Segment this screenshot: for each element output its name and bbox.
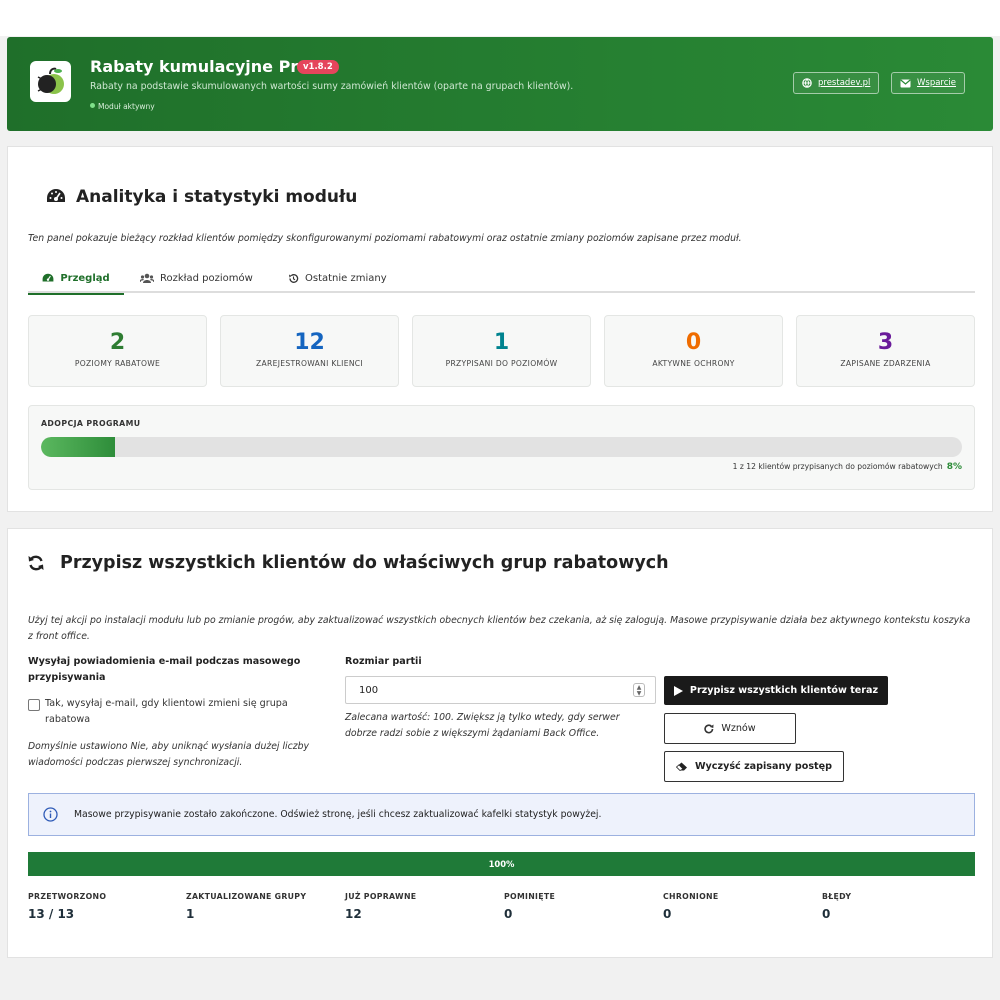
info-alert: Masowe przypisywanie zostało zakończone.… (28, 793, 975, 836)
envelope-icon (900, 79, 911, 87)
adoption-note: 1 z 12 klientów przypisanych do poziomów… (733, 462, 962, 472)
resume-label: Wznów (721, 723, 756, 734)
resume-button[interactable]: Wznów (664, 713, 796, 744)
result-value: 0 (504, 907, 513, 921)
stat-tile: 0 AKTYWNE OCHRONY (604, 315, 783, 387)
adoption-title: ADOPCJA PROGRAMU (41, 419, 141, 428)
result-skipped: POMINIĘTE 0 (504, 892, 662, 921)
adoption-panel: ADOPCJA PROGRAMU 1 z 12 klientów przypis… (28, 405, 975, 490)
users-icon (140, 273, 154, 283)
result-value: 13 / 13 (28, 907, 75, 921)
stat-label: AKTYWNE OCHRONY (652, 359, 735, 368)
number-spinner-icon[interactable]: ▲ ▼ (633, 683, 645, 697)
bulk-assign-description: Użyj tej akcji po instalacji modułu lub … (28, 615, 971, 642)
redo-icon (704, 723, 714, 733)
version-badge: v1.8.2 (297, 60, 339, 74)
result-errors: BŁĘDY 0 (822, 892, 980, 921)
assign-all-button[interactable]: Przypisz wszystkich klientów teraz (664, 676, 888, 705)
email-notify-label: Wysyłaj powiadomienia e-mail podczas mas… (28, 656, 301, 683)
result-updated-groups: ZAKTUALIZOWANE GRUPY 1 (186, 892, 344, 921)
stat-value: 0 (685, 330, 702, 355)
stat-value: 1 (493, 330, 510, 355)
adoption-note-text: 1 z 12 klientów przypisanych do poziomów… (732, 462, 943, 471)
status-dot-icon (90, 103, 95, 108)
play-icon (673, 685, 683, 696)
top-strip (0, 0, 1000, 36)
prestadev-link-label: prestadev.pl (818, 78, 871, 88)
prestadev-link-button[interactable]: prestadev.pl (793, 72, 880, 94)
clear-progress-label: Wyczyść zapisany postęp (694, 761, 833, 772)
result-value: 0 (822, 907, 831, 921)
module-title: Rabaty kumulacyjne Pro (90, 57, 310, 76)
assign-all-label: Przypisz wszystkich klientów teraz (689, 685, 879, 696)
clear-progress-button[interactable]: Wyczyść zapisany postęp (664, 751, 844, 782)
batch-size-help: Zalecana wartość: 100. Zwiększ ją tylko … (345, 712, 620, 739)
result-label: JUŻ POPRAWNE (345, 892, 417, 901)
stat-tile: 1 PRZYPISANI DO POZIOMÓW (412, 315, 591, 387)
batch-size-value: 100 (359, 684, 379, 696)
result-value: 0 (663, 907, 672, 921)
analytics-description: Ten panel pokazuje bieżący rozkład klien… (28, 233, 742, 244)
support-link-button[interactable]: Wsparcie (891, 72, 966, 94)
info-alert-text: Masowe przypisywanie zostało zakończone.… (74, 809, 602, 820)
support-link-label: Wsparcie (917, 78, 957, 88)
tab-przeglad[interactable]: Przegląd (28, 263, 124, 295)
module-subtitle: Rabaty na podstawie skumulowanych wartoś… (90, 81, 574, 92)
result-label: POMINIĘTE (504, 892, 556, 901)
result-label: ZAKTUALIZOWANE GRUPY (186, 892, 307, 901)
adoption-progress-bar (41, 437, 962, 457)
stat-label: ZAPISANE ZDARZENIA (840, 359, 931, 368)
result-already-correct: JUŻ POPRAWNE 12 (345, 892, 503, 921)
stat-label: ZAREJESTROWANI KLIENCI (256, 359, 363, 368)
assign-progress-label: 100% (488, 859, 515, 869)
tab-rozklad-label: Rozkład poziomów (160, 272, 253, 284)
bulk-assign-title: Przypisz wszystkich klientów do właściwy… (60, 553, 669, 573)
refresh-icon (28, 555, 44, 571)
globe-icon (802, 78, 812, 88)
stat-tile: 3 ZAPISANE ZDARZENIA (796, 315, 975, 387)
result-processed: PRZETWORZONO 13 / 13 (28, 892, 186, 921)
result-protected: CHRONIONE 0 (663, 892, 821, 921)
stat-tile: 12 ZAREJESTROWANI KLIENCI (220, 315, 399, 387)
tab-ostatnie-label: Ostatnie zmiany (305, 272, 387, 284)
tachometer-icon (47, 189, 65, 202)
analytics-panel: Analityka i statystyki modułu Ten panel … (7, 146, 993, 512)
stat-value: 2 (109, 330, 126, 355)
result-label: CHRONIONE (663, 892, 719, 901)
adoption-progress-fill (41, 437, 115, 457)
history-icon (289, 273, 299, 283)
module-logo (30, 61, 71, 102)
stat-label: PRZYPISANI DO POZIOMÓW (445, 359, 558, 368)
batch-size-input[interactable]: 100 ▲ ▼ (345, 676, 656, 704)
module-header: Rabaty kumulacyjne Pro v1.8.2 Rabaty na … (7, 37, 993, 131)
stat-label: POZIOMY RABATOWE (74, 359, 161, 368)
analytics-heading: Analityka i statystyki modułu (46, 187, 357, 207)
analytics-title: Analityka i statystyki modułu (76, 187, 358, 207)
stat-value: 3 (877, 330, 894, 355)
tab-ostatnie-zmiany[interactable]: Ostatnie zmiany (288, 263, 387, 293)
email-notify-checkbox[interactable] (28, 699, 40, 711)
batch-size-label: Rozmiar partii (345, 656, 422, 667)
stat-tile: 2 POZIOMY RABATOWE (28, 315, 207, 387)
tachometer-icon (42, 273, 54, 281)
result-value: 12 (345, 907, 362, 921)
info-icon (43, 807, 58, 822)
tab-rozklad-poziomow[interactable]: Rozkład poziomów (140, 263, 253, 293)
result-value: 1 (186, 907, 195, 921)
email-notify-checkbox-label[interactable]: Tak, wysyłaj e-mail, gdy klientowi zmien… (45, 696, 315, 728)
eraser-icon (675, 762, 687, 771)
assign-progress-bar: 100% (28, 852, 975, 876)
bulk-assign-panel: Przypisz wszystkich klientów do właściwy… (7, 528, 993, 958)
email-notify-help: Domyślnie ustawiono Nie, aby uniknąć wys… (28, 741, 310, 768)
result-label: BŁĘDY (822, 892, 852, 901)
tab-przeglad-label: Przegląd (60, 272, 110, 284)
stat-value: 12 (294, 330, 325, 355)
bulk-assign-heading: Przypisz wszystkich klientów do właściwy… (28, 553, 669, 573)
adoption-percent: 8% (946, 462, 962, 472)
module-status: Moduł aktywny (90, 102, 155, 111)
result-label: PRZETWORZONO (28, 892, 107, 901)
status-text: Moduł aktywny (98, 102, 155, 111)
analytics-tabs: Przegląd Rozkład poziomów Ostatnie zmian… (28, 263, 975, 295)
